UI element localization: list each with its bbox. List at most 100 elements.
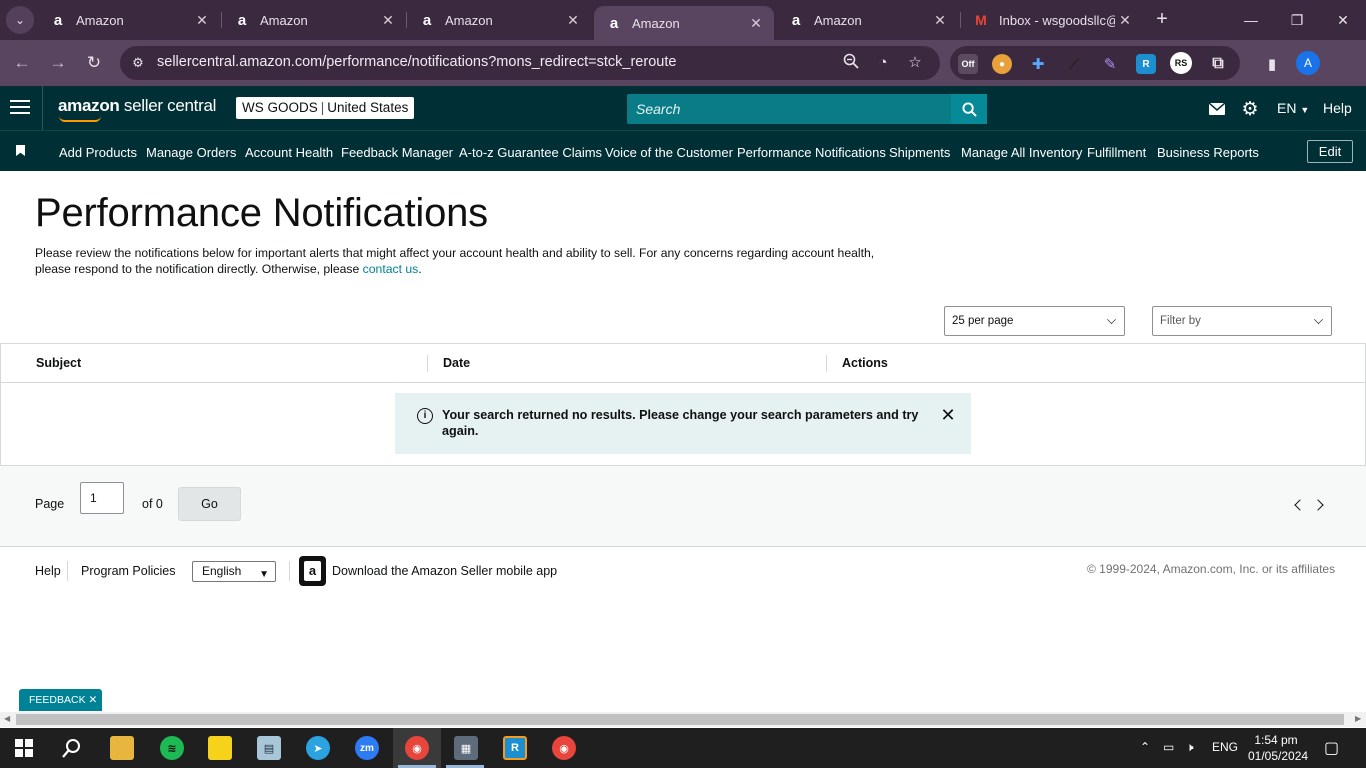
notepad-icon[interactable]: ▤ — [257, 736, 281, 760]
nav-fulfillment[interactable]: Fulfillment — [1087, 145, 1146, 160]
previous-page-icon[interactable] — [1294, 499, 1306, 511]
nav-performance-notifications[interactable]: Performance Notifications — [737, 145, 886, 160]
scroll-left-icon[interactable]: ◀ — [4, 714, 10, 723]
filter-select[interactable]: Filter by — [1152, 306, 1332, 336]
extensions-puzzle-icon[interactable]: ⧉ — [1208, 54, 1228, 74]
close-feedback-icon[interactable]: ✕ — [89, 694, 98, 706]
chrome-profile-icon[interactable]: ◉ — [405, 736, 429, 760]
minimize-icon[interactable]: — — [1228, 0, 1274, 40]
nav-manage-inventory[interactable]: Manage All Inventory — [961, 145, 1082, 160]
reload-icon[interactable]: ↻ — [82, 52, 106, 74]
settings-gear-icon[interactable]: ⚙ — [1240, 96, 1260, 122]
scroll-right-icon[interactable]: ▶ — [1355, 714, 1361, 723]
browser-tab-active[interactable]: a Amazon ✕ — [594, 6, 774, 40]
horizontal-scrollbar[interactable]: ◀ ▶ — [0, 712, 1366, 727]
extension-r-icon[interactable]: R — [1136, 54, 1156, 74]
address-bar[interactable]: ⚙ sellercentral.amazon.com/performance/n… — [120, 46, 940, 80]
download-app-link[interactable]: Download the Amazon Seller mobile app — [332, 564, 557, 578]
notifications-icon[interactable]: ▢ — [1324, 738, 1339, 758]
browser-tab[interactable]: a Amazon ✕ — [38, 0, 220, 40]
language-selector[interactable]: EN ▼ — [1277, 100, 1309, 116]
forward-icon[interactable]: → — [46, 52, 70, 74]
new-tab-icon[interactable]: + — [1150, 8, 1174, 32]
url-text[interactable]: sellercentral.amazon.com/performance/not… — [157, 54, 676, 70]
nav-atoz-claims[interactable]: A-to-z Guarantee Claims — [459, 145, 602, 160]
edit-nav-button[interactable]: Edit — [1307, 140, 1353, 163]
dismiss-alert-icon[interactable]: ✕ — [940, 406, 956, 424]
tab-title: Amazon — [76, 12, 124, 28]
site-info-icon[interactable]: ⚙ — [128, 53, 148, 73]
nav-manage-orders[interactable]: Manage Orders — [146, 145, 236, 160]
file-explorer-icon[interactable] — [110, 736, 134, 760]
browser-tab[interactable]: a Amazon ✕ — [776, 0, 958, 40]
r-app-icon[interactable]: R — [503, 736, 527, 760]
extension-blue-icon[interactable]: ✚ — [1028, 54, 1048, 74]
zoom-icon[interactable] — [841, 53, 861, 73]
footer-language-select[interactable]: English ▼ — [192, 561, 276, 582]
volume-icon[interactable]: 🕨 — [1186, 740, 1194, 755]
seller-central-logo[interactable]: amazon seller central — [58, 96, 216, 122]
nav-business-reports[interactable]: Business Reports — [1157, 145, 1259, 160]
header-search-input[interactable]: Search — [627, 94, 951, 124]
sticky-notes-icon[interactable] — [208, 736, 232, 760]
bookmark-star-icon[interactable]: ☆ — [905, 53, 925, 73]
extension-off-icon[interactable]: Off — [958, 54, 978, 74]
show-hidden-icons[interactable]: ⌃ — [1140, 740, 1150, 754]
mail-icon[interactable] — [1208, 96, 1226, 122]
close-tab-icon[interactable]: ✕ — [1115, 12, 1135, 29]
column-date[interactable]: Date — [443, 356, 470, 370]
nav-voice-of-customer[interactable]: Voice of the Customer — [605, 145, 733, 160]
chrome-icon[interactable]: ◉ — [552, 736, 576, 760]
nav-feedback-manager[interactable]: Feedback Manager — [341, 145, 453, 160]
bookmark-icon[interactable] — [16, 145, 25, 156]
next-page-icon[interactable] — [1312, 499, 1324, 511]
extension-rs-icon[interactable]: RS — [1170, 52, 1192, 74]
nav-add-products[interactable]: Add Products — [59, 145, 137, 160]
go-button[interactable]: Go — [178, 487, 241, 521]
back-icon[interactable]: ← — [10, 52, 34, 74]
program-policies-link[interactable]: Program Policies — [81, 564, 175, 578]
extension-orange-icon[interactable]: ● — [992, 54, 1012, 74]
nav-account-health[interactable]: Account Health — [245, 145, 333, 160]
spotify-icon[interactable]: ≋ — [160, 736, 184, 760]
close-tab-icon[interactable]: ✕ — [746, 15, 766, 32]
feedback-tab[interactable]: FEEDBACK ✕ — [19, 689, 102, 711]
profile-avatar[interactable]: A — [1296, 51, 1320, 75]
network-icon[interactable]: ▭ — [1163, 740, 1174, 754]
zoom-app-icon[interactable]: zm — [355, 736, 379, 760]
store-selector[interactable]: WS GOODS | United States — [236, 97, 415, 119]
browser-tab[interactable]: a Amazon ✕ — [222, 0, 406, 40]
taskbar-clock[interactable]: 1:54 pm 01/05/2024 — [1248, 732, 1308, 764]
side-panel-icon[interactable]: ▮ — [1262, 54, 1282, 74]
close-window-icon[interactable]: ✕ — [1320, 0, 1366, 40]
amazon-favicon-icon: a — [422, 11, 432, 29]
contact-us-link[interactable]: contact us — [363, 262, 419, 276]
input-language[interactable]: ENG — [1212, 740, 1238, 754]
windows-start-icon[interactable] — [12, 736, 36, 760]
header-help-link[interactable]: Help — [1323, 100, 1352, 116]
amazon-seller-app-icon[interactable]: a — [299, 556, 326, 586]
footer-help-link[interactable]: Help — [35, 564, 61, 578]
hamburger-menu-icon[interactable] — [10, 100, 30, 116]
telegram-icon[interactable]: ➤ — [306, 736, 330, 760]
search-button[interactable] — [951, 94, 987, 124]
close-tab-icon[interactable]: ✕ — [378, 12, 398, 29]
close-tab-icon[interactable]: ✕ — [563, 12, 583, 29]
tab-search-button[interactable]: ⌄ — [6, 6, 34, 34]
performance-icon[interactable]: ◔ — [873, 53, 893, 73]
extension-feather-icon[interactable]: ✎ — [1100, 54, 1120, 74]
browser-tab[interactable]: M Inbox - wsgoodsllc@ ✕ — [961, 0, 1143, 40]
tab-title: Amazon — [445, 12, 493, 28]
taskbar-search-icon[interactable] — [60, 736, 84, 760]
per-page-select[interactable]: 25 per page — [944, 306, 1125, 336]
extension-pen-icon[interactable]: ⟋ — [1064, 54, 1084, 74]
page-number-input[interactable] — [80, 482, 124, 514]
nav-shipments[interactable]: Shipments — [889, 145, 950, 160]
scrollbar-thumb[interactable] — [16, 714, 1344, 725]
browser-tab[interactable]: a Amazon ✕ — [407, 0, 591, 40]
column-subject[interactable]: Subject — [36, 356, 81, 370]
close-tab-icon[interactable]: ✕ — [192, 12, 212, 29]
calculator-icon[interactable]: ▦ — [454, 736, 478, 760]
restore-icon[interactable]: ❐ — [1274, 0, 1320, 40]
close-tab-icon[interactable]: ✕ — [930, 12, 950, 29]
